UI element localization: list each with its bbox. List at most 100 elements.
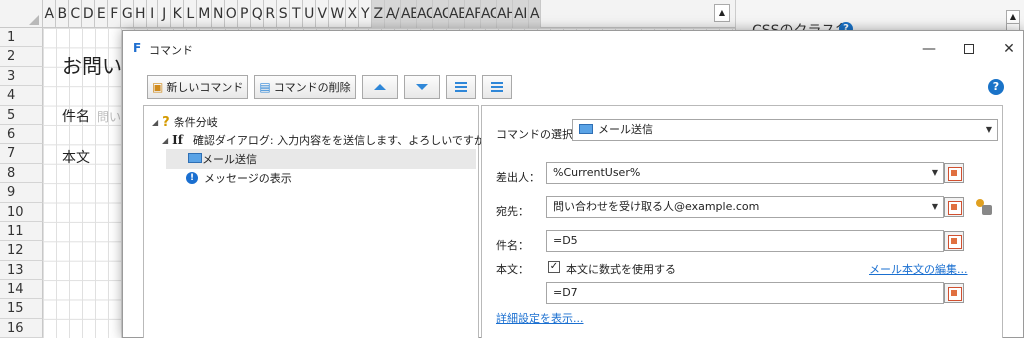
row-header[interactable]: 4 — [0, 86, 43, 106]
collapse-caret-icon[interactable]: ◢ — [162, 136, 168, 145]
column-header[interactable]: R — [264, 0, 277, 28]
row-header[interactable]: 5 — [0, 105, 43, 125]
column-header[interactable]: S — [277, 0, 290, 28]
edit-mail-body-link[interactable]: メール本文の編集... — [869, 261, 968, 277]
column-header[interactable]: A — [529, 0, 541, 28]
row-header[interactable]: 10 — [0, 202, 43, 222]
command-select[interactable]: メール送信 ▼ — [572, 119, 998, 141]
row-header[interactable]: 1 — [0, 28, 43, 48]
row-header[interactable]: 6 — [0, 124, 43, 145]
column-header[interactable]: AF — [465, 0, 481, 28]
column-header[interactable]: B — [56, 0, 69, 28]
column-header[interactable]: Q — [251, 0, 264, 28]
indent-icon — [454, 82, 467, 92]
column-header[interactable]: AG — [481, 0, 497, 28]
column-header[interactable]: T — [290, 0, 303, 28]
close-button[interactable]: ✕ — [995, 37, 1023, 61]
column-header-bar: ABCDEFGHIJKLMNOPQRSTUVWXYZA/AEACACAEAFAG… — [0, 0, 735, 28]
row-header[interactable]: 7 — [0, 144, 43, 164]
column-header[interactable]: A — [43, 0, 56, 28]
delete-command-button[interactable]: ▤ コマンドの削除 — [254, 75, 356, 99]
subject-field[interactable]: =D5 — [546, 230, 944, 252]
column-header[interactable]: N — [212, 0, 225, 28]
column-header[interactable]: W — [329, 0, 346, 28]
tree-node-condition-branch[interactable]: ◢ ? 条件分岐 — [152, 114, 218, 130]
show-advanced-settings-link[interactable]: 詳細設定を表示... — [496, 310, 584, 326]
column-header[interactable]: AI — [513, 0, 529, 28]
column-header[interactable]: AC — [417, 0, 433, 28]
column-header[interactable]: O — [225, 0, 238, 28]
column-header[interactable]: I — [147, 0, 158, 28]
sender-combo[interactable]: %CurrentUser% ▼ — [546, 162, 944, 184]
select-all-corner[interactable] — [0, 0, 43, 28]
tree-node-send-mail[interactable]: メール送信 — [166, 149, 476, 169]
column-header[interactable]: K — [171, 0, 184, 28]
command-tree: ◢ ? 条件分岐 ◢ If 確認ダイアログ: 入力内容をを送信します、よろしいで… — [143, 105, 496, 338]
tree-node-show-message[interactable]: ! メッセージの表示 — [186, 170, 292, 186]
indent-button[interactable] — [445, 75, 476, 99]
column-header[interactable]: C — [69, 0, 82, 28]
dialog-title: コマンド — [149, 44, 193, 57]
column-header[interactable]: E — [95, 0, 108, 28]
column-header[interactable]: P — [238, 0, 251, 28]
column-header[interactable]: A/ — [385, 0, 401, 28]
row-header[interactable]: 12 — [0, 241, 43, 261]
minimize-button[interactable]: — — [915, 37, 943, 61]
row-header[interactable]: 9 — [0, 183, 43, 203]
move-up-button[interactable] — [361, 75, 398, 99]
book-icon — [982, 205, 992, 215]
collapse-caret-icon[interactable]: ◢ — [152, 118, 158, 127]
formula-button-sender[interactable] — [944, 163, 964, 183]
column-header[interactable]: U — [303, 0, 316, 28]
chevron-down-icon: ▼ — [985, 125, 992, 134]
column-header[interactable]: X — [346, 0, 359, 28]
address-book-icon[interactable] — [976, 199, 992, 215]
mail-icon — [188, 153, 202, 163]
body-formula-checkbox[interactable]: ✓ — [548, 261, 560, 273]
row-header[interactable]: 2 — [0, 47, 43, 67]
mail-icon — [579, 124, 593, 134]
row-header[interactable]: 13 — [0, 260, 43, 281]
formula-button-subject[interactable] — [944, 231, 964, 251]
column-header[interactable]: L — [184, 0, 197, 28]
column-header[interactable]: Z — [372, 0, 385, 28]
side-pane-scroll-up-button[interactable]: ▲ — [1006, 10, 1020, 24]
column-header[interactable]: M — [197, 0, 212, 28]
row-header[interactable]: 16 — [0, 318, 43, 338]
row-header[interactable]: 8 — [0, 163, 43, 184]
column-header[interactable]: AE — [449, 0, 465, 28]
dialog-help-icon[interactable]: ? — [988, 79, 1004, 95]
to-combo[interactable]: 問い合わせを受け取る人@example.com ▼ — [546, 196, 944, 218]
maximize-button[interactable] — [955, 37, 983, 61]
column-header[interactable]: H — [134, 0, 147, 28]
dialog-titlebar[interactable]: F コマンド — ✕ — [123, 31, 1023, 67]
column-header[interactable]: AE — [401, 0, 417, 28]
column-header[interactable]: AH — [497, 0, 513, 28]
body-field[interactable]: =D7 — [546, 282, 944, 304]
new-command-button[interactable]: ▣ 新しいコマンド — [147, 75, 249, 99]
formula-button-to[interactable] — [944, 197, 964, 217]
body-formula-checkbox-label[interactable]: 本文に数式を使用する — [566, 261, 676, 277]
cell-title-text: お問い — [62, 54, 122, 78]
sheet-scroll-up-button[interactable]: ▲ — [714, 4, 730, 22]
maximize-icon — [964, 44, 974, 54]
row-header[interactable]: 11 — [0, 221, 43, 242]
column-header[interactable]: D — [82, 0, 95, 28]
column-header[interactable]: G — [121, 0, 134, 28]
chevron-down-icon: ▼ — [931, 202, 938, 211]
column-header[interactable]: AC — [433, 0, 449, 28]
outdent-button[interactable] — [481, 75, 512, 99]
column-header[interactable]: Y — [359, 0, 372, 28]
column-header[interactable]: J — [158, 0, 171, 28]
row-header[interactable]: 15 — [0, 299, 43, 319]
move-down-button[interactable] — [403, 75, 440, 99]
column-header[interactable]: V — [316, 0, 329, 28]
row-header[interactable]: 14 — [0, 280, 43, 300]
new-command-icon: ▣ — [152, 80, 164, 94]
row-header[interactable]: 3 — [0, 66, 43, 87]
tree-node-if[interactable]: ◢ If 確認ダイアログ: 入力内容をを送信します、よろしいですか？ — [162, 132, 496, 148]
cell-body-label: 本文 — [62, 150, 90, 166]
column-header[interactable]: F — [108, 0, 121, 28]
sender-label: 差出人： — [496, 171, 540, 184]
formula-button-body[interactable] — [944, 283, 964, 303]
